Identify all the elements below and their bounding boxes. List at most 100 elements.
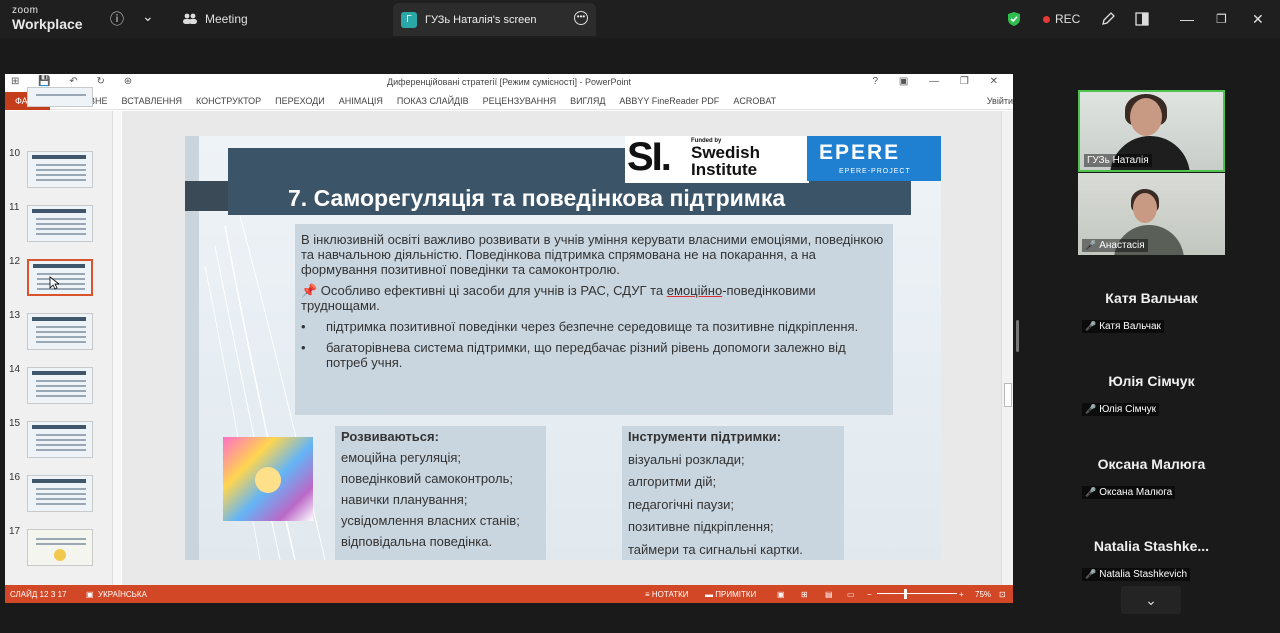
participant-name-tile[interactable]: Юлія Сімчук 🎤 Юлія Сімчук bbox=[1078, 363, 1225, 445]
annotate-pen-icon[interactable] bbox=[1100, 0, 1116, 38]
reading-view-icon[interactable]: ▤ bbox=[825, 590, 833, 599]
participant-name-tag: 🎤 Юлія Сімчук bbox=[1082, 403, 1160, 416]
bullet-text-2: багаторівнева система підтримки, що пере… bbox=[326, 340, 846, 370]
tab-acrobat[interactable]: ACROBAT bbox=[733, 96, 776, 106]
tab-view[interactable]: ВИГЛЯД bbox=[570, 96, 605, 106]
proofing-icon[interactable]: ▣ bbox=[86, 590, 94, 599]
ppt-title-bar: ⊞ 💾 ↶ ↻ ⊛ Диференційовані стратегії [Реж… bbox=[5, 74, 1013, 92]
thumb-image bbox=[27, 313, 93, 350]
meeting-button[interactable]: Meeting bbox=[182, 0, 248, 38]
tab-transitions[interactable]: ПЕРЕХОДИ bbox=[275, 96, 325, 106]
thumb-slide-15[interactable]: 15 bbox=[5, 418, 113, 468]
develops-item: відповідальна поведінка. bbox=[341, 534, 493, 549]
slide-scrollbar[interactable] bbox=[1001, 111, 1013, 585]
si-wordmark: Swedish Institute bbox=[691, 144, 760, 178]
bullet-text-1: підтримка позитивної поведінки через без… bbox=[326, 319, 859, 334]
zoom-in-icon[interactable]: + bbox=[959, 590, 964, 599]
security-shield-icon[interactable] bbox=[1007, 0, 1021, 38]
slide-title: 7. Саморегуляція та поведінкова підтримк… bbox=[288, 185, 786, 211]
epere-logo: EPERE EPERE-PROJECT bbox=[807, 136, 941, 181]
status-slide-number: СЛАЙД 12 З 17 bbox=[10, 590, 67, 599]
recording-indicator[interactable]: REC bbox=[1043, 0, 1080, 38]
participant-name-tag: 🎤 Natalia Stashkevich bbox=[1082, 568, 1191, 581]
participant-name-tile[interactable]: Оксана Малюга 🎤 Оксана Малюга bbox=[1078, 446, 1225, 528]
zoom-slider-thumb[interactable] bbox=[904, 589, 907, 599]
ppt-window-title: Диференційовані стратегії [Режим сумісно… bbox=[386, 77, 632, 87]
show-more-participants-button[interactable]: ⌄ bbox=[1121, 586, 1181, 614]
thumb-number: 10 bbox=[9, 148, 21, 159]
title-accent-bar bbox=[185, 181, 229, 211]
tab-animations[interactable]: АНІМАЦІЯ bbox=[339, 96, 383, 106]
thumb-number: 11 bbox=[9, 202, 20, 213]
scrollbar-thumb[interactable] bbox=[1004, 383, 1012, 407]
thumb-slide-12-selected[interactable]: 12 bbox=[5, 256, 113, 306]
rec-label: REC bbox=[1055, 12, 1081, 26]
thumb-image bbox=[27, 529, 93, 566]
status-language[interactable]: УКРАЇНСЬКА bbox=[98, 590, 147, 599]
tab-abbyy[interactable]: ABBYY FineReader PDF bbox=[619, 96, 719, 106]
si-logo-mark: SI. bbox=[627, 136, 672, 179]
thumb-number: 12 bbox=[9, 256, 21, 267]
participant-name-tile[interactable]: Катя Вальчак 🎤 Катя Вальчак bbox=[1078, 280, 1225, 362]
thumb-slide-14[interactable]: 14 bbox=[5, 364, 113, 414]
tools-title: Інструменти підтримки: bbox=[628, 429, 782, 444]
thumbnail-scrollbar[interactable] bbox=[112, 111, 121, 585]
fit-to-window-icon[interactable]: ⊡ bbox=[999, 590, 1006, 599]
target-underlined: емоційно bbox=[666, 283, 723, 298]
info-icon[interactable]: ⓘ bbox=[110, 0, 124, 38]
tab-review[interactable]: РЕЦЕНЗУВАННЯ bbox=[483, 96, 556, 106]
share-badge: Г bbox=[401, 11, 417, 28]
notes-button[interactable]: ≡ НОТАТКИ bbox=[645, 590, 689, 599]
slideshow-view-icon[interactable]: ▭ bbox=[847, 590, 855, 599]
zoom-out-icon[interactable]: − bbox=[867, 590, 872, 599]
participant-name-tag: 🎤 Катя Вальчак bbox=[1082, 320, 1164, 333]
thumb-slide-17[interactable]: 17 bbox=[5, 526, 113, 576]
restore-icon[interactable]: ❐ bbox=[1216, 0, 1227, 38]
thumb-slide-11[interactable]: 11 bbox=[5, 202, 113, 252]
share-label: ГУЗь Наталія's screen bbox=[425, 13, 537, 26]
tools-item: педагогічні паузи; bbox=[628, 496, 735, 512]
thumb-partial[interactable] bbox=[5, 81, 113, 131]
close-icon[interactable]: ✕ bbox=[1252, 0, 1264, 38]
normal-view-icon[interactable]: ▣ bbox=[777, 590, 785, 599]
thumb-image bbox=[27, 475, 93, 512]
mic-off-icon: 🎤 bbox=[1085, 321, 1097, 331]
panel-resize-handle[interactable] bbox=[1016, 320, 1019, 352]
tab-insert[interactable]: ВСТАВЛЕННЯ bbox=[122, 96, 182, 106]
comments-button[interactable]: ▬ ПРИМІТКИ bbox=[705, 590, 756, 599]
zoom-level[interactable]: 75% bbox=[975, 590, 991, 599]
participant-name: Катя Вальчак bbox=[1099, 321, 1161, 332]
develops-box: Розвиваються: емоційна регуляція; поведі… bbox=[335, 426, 546, 560]
participant-name-tag: 🎤 Анастасія bbox=[1082, 239, 1148, 252]
zoom-logo-line1: zoom bbox=[12, 5, 39, 16]
thumb-slide-13[interactable]: 13 bbox=[5, 310, 113, 360]
bullet-marker: • bbox=[301, 340, 306, 355]
thumb-slide-10[interactable]: 10 bbox=[5, 148, 113, 198]
participant-video-tile[interactable]: ГУЗь Наталія bbox=[1078, 90, 1225, 172]
tab-slideshow[interactable]: ПОКАЗ СЛАЙДІВ bbox=[397, 96, 469, 106]
slide-sorter-icon[interactable]: ⊞ bbox=[801, 590, 808, 599]
participant-display-name: Natalia Stashke... bbox=[1093, 538, 1210, 554]
epere-wordmark: EPERE bbox=[819, 141, 901, 164]
participant-video-tile[interactable]: 🎤 Анастасія bbox=[1078, 173, 1225, 255]
tab-design[interactable]: КОНСТРУКТОР bbox=[196, 96, 261, 106]
ribbon-tabs: ФАЙЛ ОСНОВНЕ ВСТАВЛЕННЯ КОНСТРУКТОР ПЕРЕ… bbox=[5, 91, 1013, 110]
thumb-slide-16[interactable]: 16 bbox=[5, 472, 113, 522]
more-options-icon[interactable]: ••• bbox=[574, 11, 588, 25]
slide: 7. Саморегуляція та поведінкова підтримк… bbox=[185, 136, 941, 560]
zoom-slider[interactable] bbox=[877, 593, 957, 594]
thumb-image bbox=[27, 205, 93, 242]
si-institute: Institute bbox=[691, 160, 758, 179]
mouse-cursor-icon bbox=[49, 276, 59, 290]
mic-off-icon: 🎤 bbox=[1085, 487, 1097, 497]
layout-view-icon[interactable] bbox=[1135, 0, 1149, 38]
thumb-image bbox=[27, 259, 93, 296]
swedish-institute-logo: SI. Funded by Swedish Institute bbox=[625, 136, 809, 183]
tools-box: Інструменти підтримки: візуальні розклад… bbox=[622, 426, 844, 560]
zoom-logo-line2: Workplace bbox=[12, 16, 83, 32]
ppt-window-controls[interactable]: ? ▣ — ❐ ✕ bbox=[873, 76, 1007, 87]
sign-in-link[interactable]: Увійти bbox=[987, 96, 1013, 106]
minimize-icon[interactable]: — bbox=[1180, 0, 1194, 38]
screen-share-tab[interactable]: Г ГУЗь Наталія's screen ••• bbox=[393, 3, 596, 36]
chevron-down-icon[interactable]: ⌄ bbox=[142, 0, 154, 35]
